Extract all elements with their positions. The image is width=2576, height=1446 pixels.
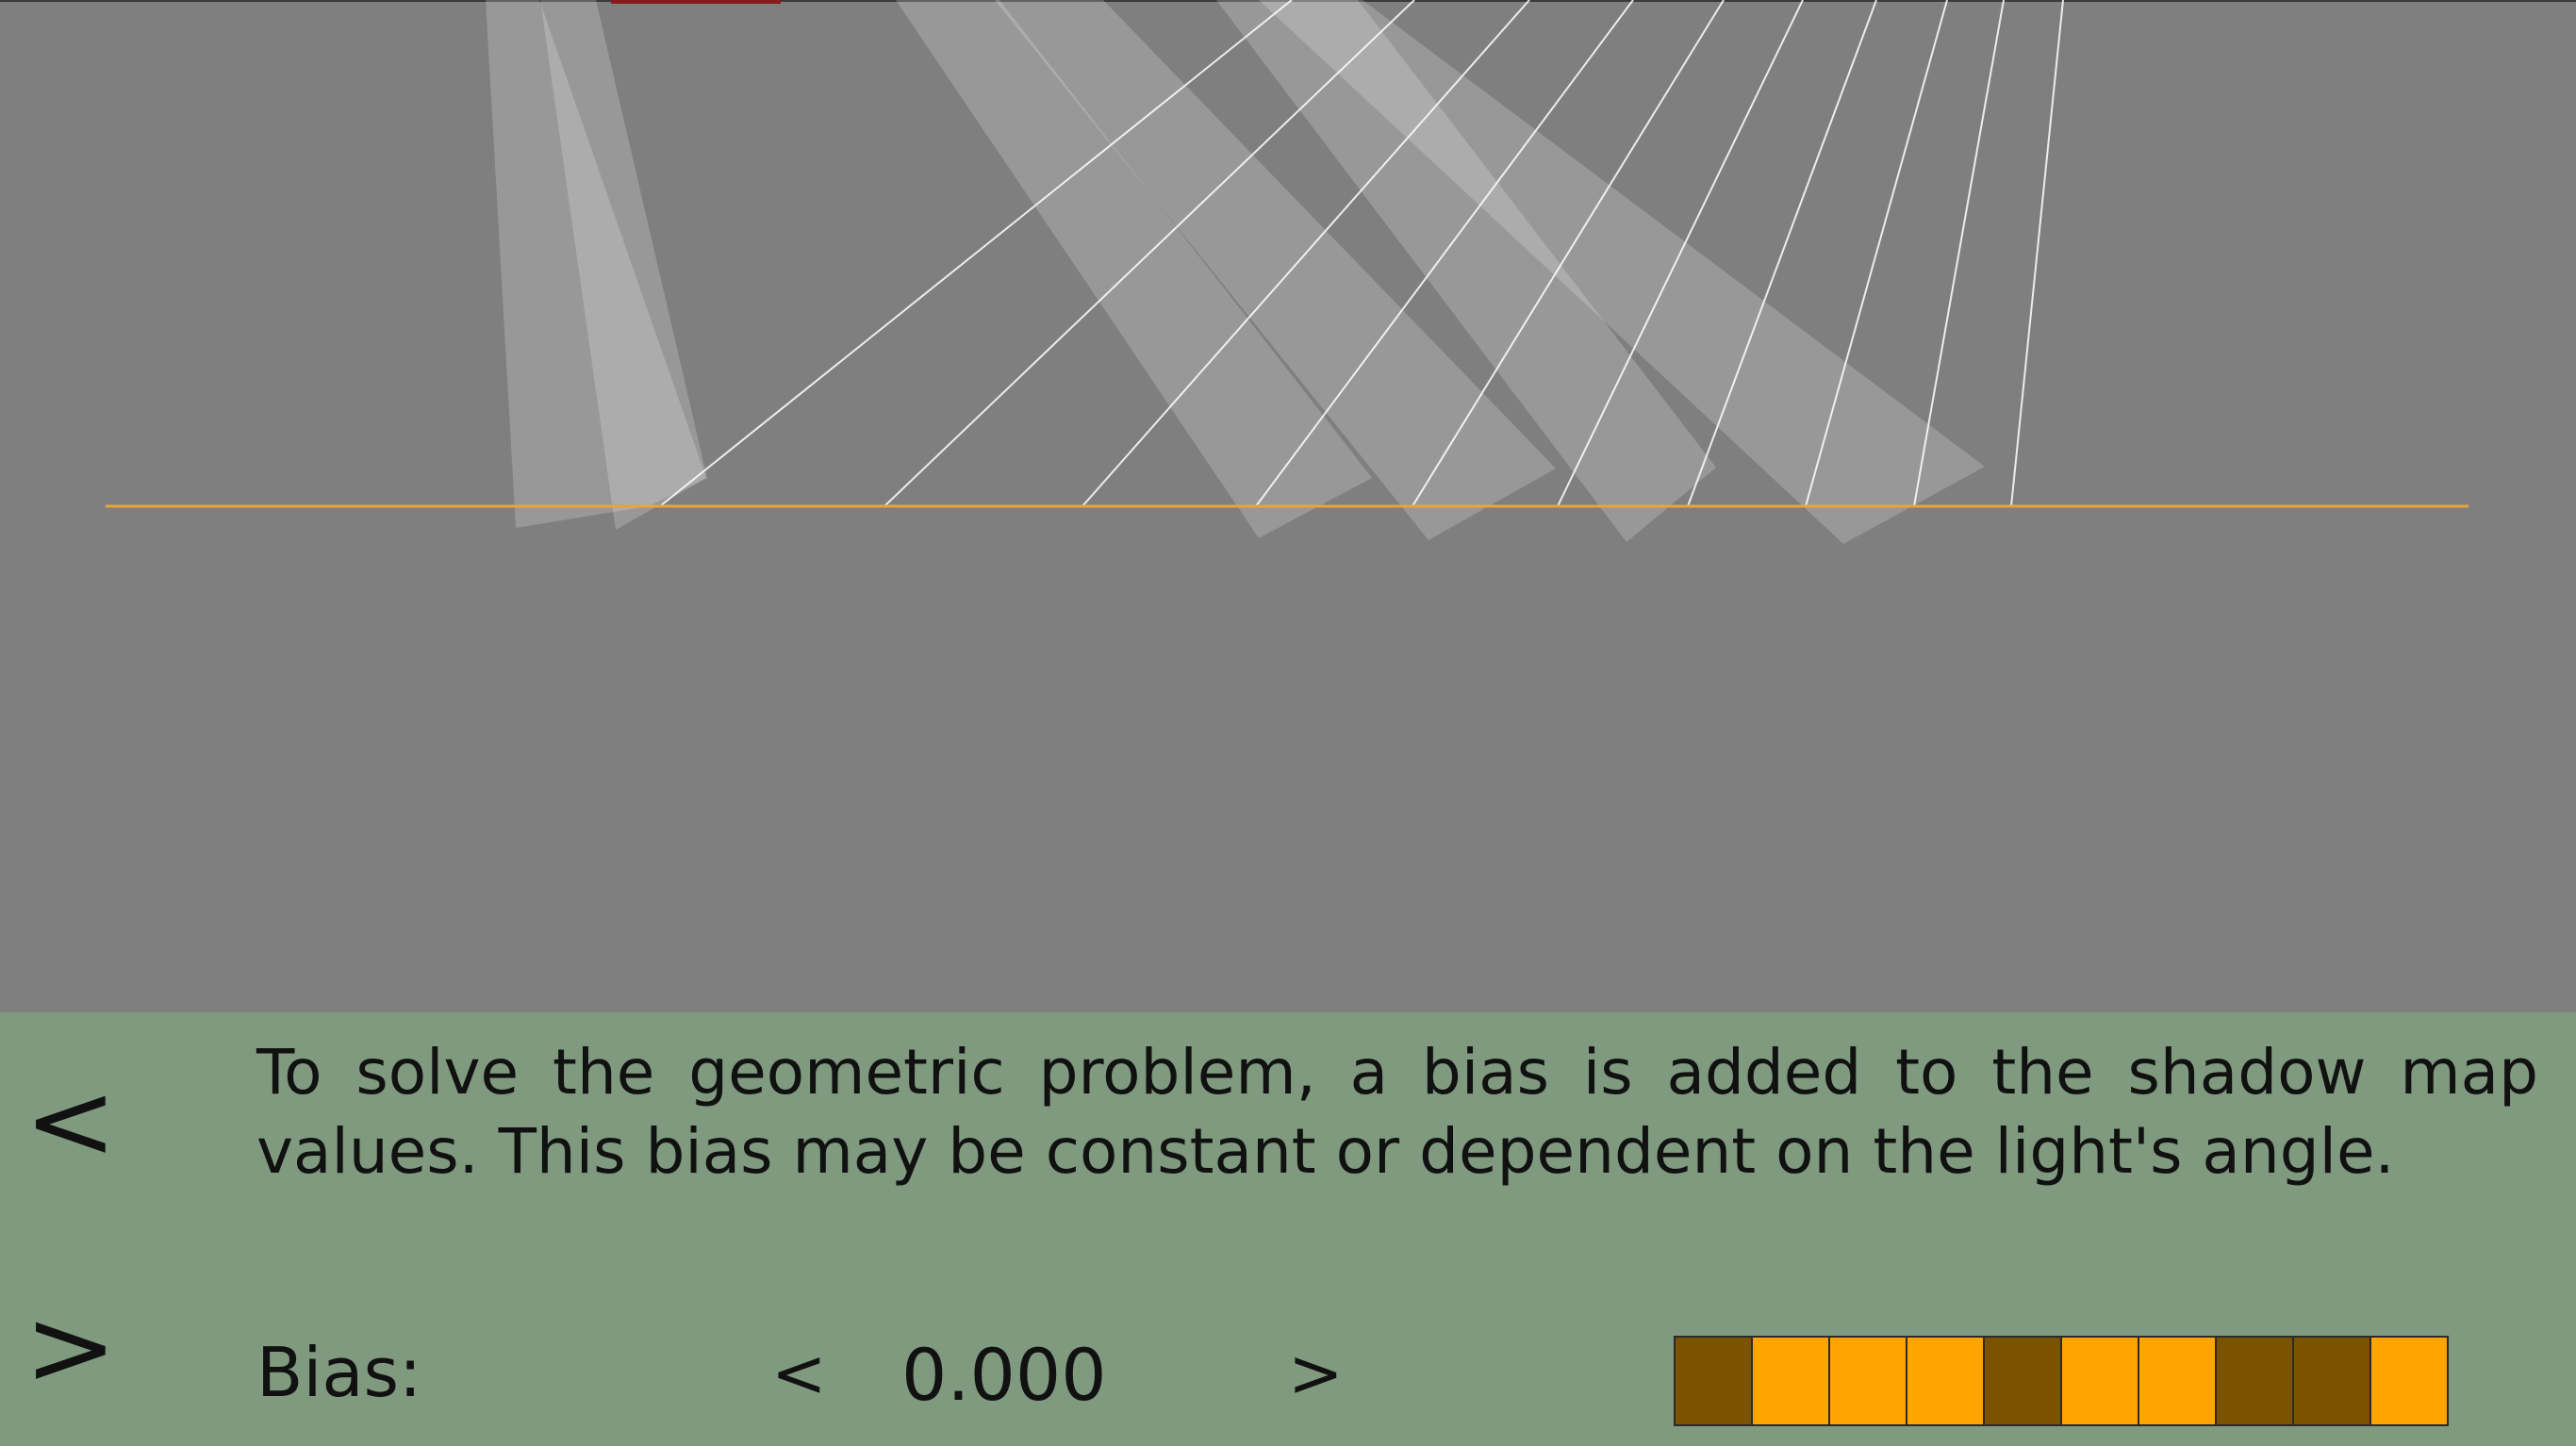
bit-cell[interactable]	[2139, 1338, 2217, 1424]
bit-cell[interactable]	[2371, 1338, 2447, 1424]
light-ray	[1913, 0, 2005, 507]
bias-increment-button[interactable]: >	[1288, 1335, 1344, 1412]
bit-cell[interactable]	[2294, 1338, 2371, 1424]
shadow-map-scene	[0, 0, 2576, 1012]
bit-cell[interactable]	[2217, 1338, 2294, 1424]
next-slide-button[interactable]: >	[25, 1295, 118, 1401]
bias-decrement-button[interactable]: <	[771, 1335, 827, 1412]
bit-pattern	[1674, 1336, 2449, 1426]
slide-description: To solve the geometric problem, a bias i…	[256, 1036, 2538, 1188]
scene-canvas	[0, 0, 2576, 544]
shadow-marker	[611, 0, 781, 4]
bit-cell[interactable]	[1676, 1338, 1753, 1424]
tutorial-panel: < > To solve the geometric problem, a bi…	[0, 1012, 2576, 1446]
bit-cell[interactable]	[1985, 1338, 2062, 1424]
bit-cell[interactable]	[2062, 1338, 2139, 1424]
previous-slide-button[interactable]: <	[25, 1069, 118, 1175]
bias-value: 0.000	[901, 1333, 1107, 1417]
bit-cell[interactable]	[1830, 1338, 1907, 1424]
bit-cell[interactable]	[1753, 1338, 1830, 1424]
light-ray	[2010, 0, 2064, 507]
bias-label: Bias:	[256, 1333, 422, 1412]
bit-cell[interactable]	[1907, 1338, 1985, 1424]
